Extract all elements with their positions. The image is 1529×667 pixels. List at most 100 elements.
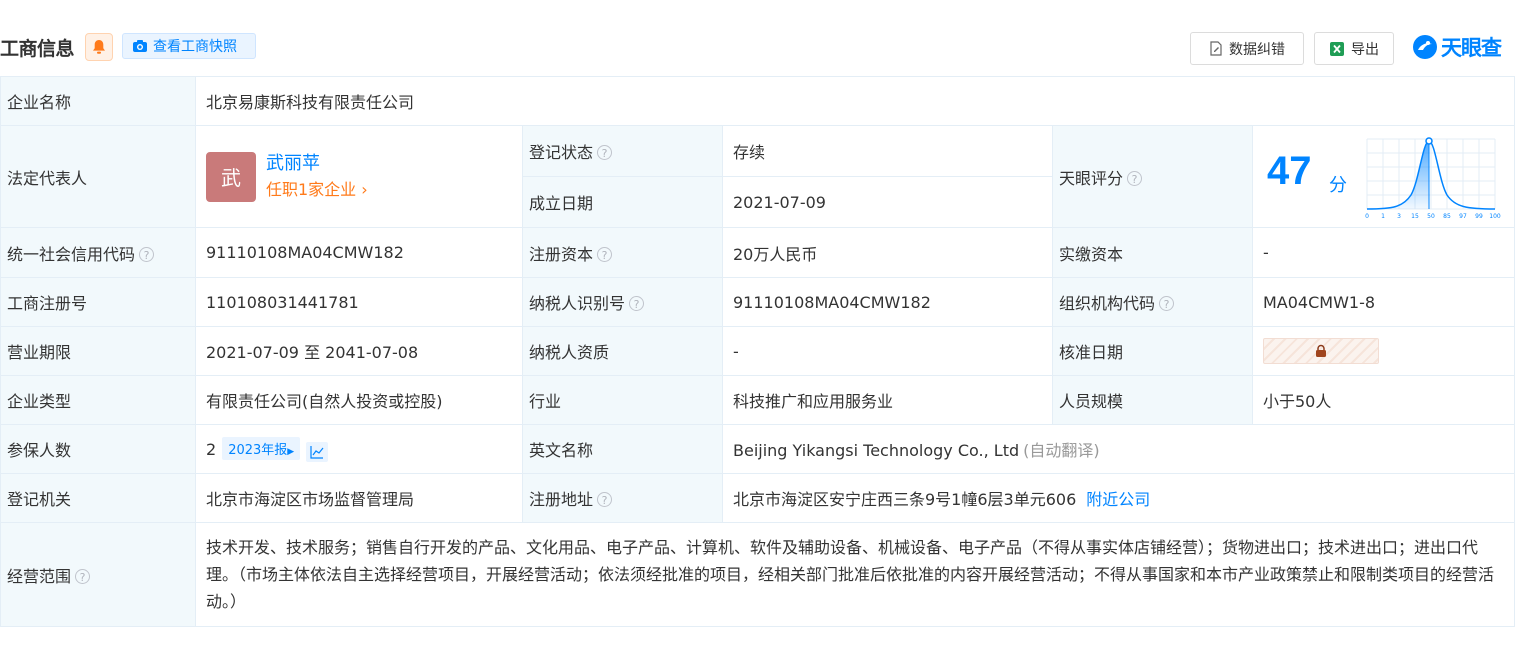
label-reg-status-text: 登记状态: [529, 143, 594, 162]
label-legal-rep: 法定代表人: [0, 125, 196, 228]
label-reg-capital-text: 注册资本: [529, 244, 594, 264]
tianyan-score-cell[interactable]: 47 分 0 1 3 15 50 85 97 99 100: [1251, 125, 1516, 228]
score-unit: 分: [1329, 174, 1347, 196]
table-row: 参保人数 2 2023年报▶ 英文名称 Beijing Yikangsi Tech…: [0, 424, 1516, 474]
help-icon[interactable]: ?: [1159, 296, 1175, 311]
tianyancha-logo: 天眼查: [1412, 32, 1502, 62]
auto-translate-note: (自动翻译): [1023, 441, 1100, 460]
reg-address-cell: 北京市海淀区安宁庄西三条9号1幢6层3单元606 附近公司: [721, 473, 1516, 523]
industry-value: 科技推广和应用服务业: [722, 375, 1053, 425]
score-distribution-chart: 0 1 3 15 50 85 97 99 100: [1365, 136, 1501, 220]
label-org-code-text: 组织机构代码: [1059, 294, 1156, 313]
established-value: 2021-07-09: [722, 176, 1053, 228]
logo-text: 天眼查: [1441, 36, 1502, 60]
legal-rep-positions-text: 任职1家企业: [266, 179, 357, 199]
view-snapshot-label: 查看工商快照: [153, 39, 237, 55]
table-row: 工商注册号 110108031441781 纳税人识别号? 91110108MA…: [0, 277, 1516, 327]
view-snapshot-button[interactable]: 查看工商快照: [122, 33, 256, 59]
insured-cell: 2 2023年报▶: [195, 424, 523, 474]
logo-icon: [1413, 35, 1437, 59]
help-icon[interactable]: ?: [1127, 170, 1143, 186]
section-title: 工商信息: [0, 38, 75, 60]
avatar[interactable]: 武: [206, 151, 256, 202]
label-staff-size: 人员规模: [1052, 375, 1253, 425]
english-name-cell: Beijing Yikangsi Technology Co., Ltd (自动翻…: [721, 424, 1516, 474]
caret-right-icon: ▶: [287, 446, 295, 457]
table-row: 企业名称 北京易康斯科技有限责任公司: [0, 76, 1516, 126]
export-button[interactable]: 导出: [1314, 32, 1394, 65]
label-reg-address: 注册地址?: [522, 473, 723, 523]
label-reg-authority: 登记机关: [0, 473, 196, 523]
label-taxpayer-qual: 纳税人资质: [522, 326, 723, 376]
paid-capital-value: -: [1251, 227, 1516, 278]
label-tianyan-score: 天眼评分?: [1052, 125, 1253, 228]
score-tick: 0: [1365, 213, 1369, 220]
export-label: 导出: [1351, 41, 1379, 58]
label-biz-scope: 经营范围?: [0, 522, 196, 627]
chevron-right-icon: ›: [361, 179, 368, 199]
label-credit-code: 统一社会信用代码?: [0, 227, 196, 278]
help-icon[interactable]: ?: [597, 145, 613, 160]
label-company-name: 企业名称: [0, 76, 196, 126]
label-tianyan-score-text: 天眼评分: [1059, 168, 1124, 188]
data-correction-button[interactable]: 数据纠错: [1190, 32, 1304, 65]
help-icon[interactable]: ?: [75, 568, 91, 584]
legal-rep-cell: 武 武丽苹 任职1家企业 ›: [195, 125, 523, 228]
business-info-table: 企业名称 北京易康斯科技有限责任公司 法定代表人 武 武丽苹 任职1家企业 › …: [0, 76, 1516, 627]
table-row: 经营范围? 技术开发、技术服务；销售自行开发的产品、文化用品、电子产品、计算机、…: [0, 522, 1516, 627]
locked-value-bar[interactable]: [1263, 338, 1379, 364]
excel-icon: [1330, 41, 1344, 56]
score-tick: 3: [1397, 213, 1401, 220]
score-tick: 85: [1443, 213, 1451, 220]
table-row: 登记机关 北京市海淀区市场监督管理局 注册地址? 北京市海淀区安宁庄西三条9号1…: [0, 473, 1516, 523]
score-tick: 15: [1411, 213, 1419, 220]
score-tick: 50: [1427, 213, 1435, 220]
label-reg-capital: 注册资本?: [522, 227, 723, 278]
reg-address-value: 北京市海淀区安宁庄西三条9号1幢6层3单元606: [733, 490, 1077, 509]
label-credit-code-text: 统一社会信用代码: [7, 244, 136, 264]
staff-size-value: 小于50人: [1251, 375, 1516, 425]
reg-capital-value: 20万人民币: [722, 227, 1053, 278]
label-insured: 参保人数: [0, 424, 196, 474]
reg-authority-value: 北京市海淀区市场监督管理局: [195, 473, 523, 523]
label-english-name: 英文名称: [522, 424, 723, 474]
biz-scope-value: 技术开发、技术服务；销售自行开发的产品、文化用品、电子产品、计算机、软件及辅助设…: [194, 522, 1516, 627]
table-row: 法定代表人 武 武丽苹 任职1家企业 › 登记状态? 存续 天眼评分? 47 分: [0, 125, 1516, 228]
approval-date-cell: [1251, 326, 1516, 376]
table-row: 营业期限 2021-07-09 至 2041-07-08 纳税人资质 - 核准日…: [0, 326, 1516, 376]
org-code-value: MA04CMW1-8: [1251, 277, 1516, 327]
label-reg-address-text: 注册地址: [529, 490, 594, 509]
document-edit-icon: [1210, 41, 1222, 56]
label-biz-reg-no: 工商注册号: [0, 277, 196, 327]
biz-reg-no-value: 110108031441781: [195, 277, 523, 327]
help-icon[interactable]: ?: [597, 246, 613, 262]
label-org-code: 组织机构代码?: [1052, 277, 1253, 327]
lock-icon: [1316, 344, 1326, 357]
table-row: 企业类型 有限责任公司(自然人投资或控股) 行业 科技推广和应用服务业 人员规模…: [0, 375, 1516, 425]
label-biz-scope-text: 经营范围: [7, 566, 72, 586]
bell-icon[interactable]: [85, 33, 113, 61]
score-tick: 1: [1381, 213, 1385, 220]
table-row: 统一社会信用代码? 91110108MA04CMW182 注册资本? 20万人民…: [0, 227, 1516, 278]
taxpayer-qual-value: -: [722, 326, 1053, 376]
camera-icon: [133, 40, 147, 52]
trend-chart-icon[interactable]: [306, 441, 329, 462]
help-icon[interactable]: ?: [629, 296, 645, 311]
label-company-type: 企业类型: [0, 375, 196, 425]
score-number: 47: [1267, 148, 1312, 193]
company-name-value: 北京易康斯科技有限责任公司: [194, 76, 1516, 126]
company-type-value: 有限责任公司(自然人投资或控股): [195, 375, 523, 425]
help-icon[interactable]: ?: [597, 492, 613, 507]
score-tick: 100: [1489, 213, 1501, 220]
label-approval-date: 核准日期: [1052, 326, 1253, 376]
label-paid-capital: 实缴资本: [1052, 227, 1253, 278]
score-tick: 97: [1459, 213, 1467, 220]
score-widget: 47 分 0 1 3 15 50 85 97 99 100: [1253, 127, 1514, 227]
label-established: 成立日期: [522, 176, 723, 228]
annual-report-tag[interactable]: 2023年报▶: [222, 436, 301, 460]
label-industry: 行业: [522, 375, 723, 425]
label-reg-status: 登记状态?: [522, 125, 723, 177]
nearby-companies-link[interactable]: 附近公司: [1086, 490, 1150, 509]
help-icon[interactable]: ?: [139, 246, 155, 262]
english-name-value: Beijing Yikangsi Technology Co., Ltd: [733, 441, 1020, 460]
